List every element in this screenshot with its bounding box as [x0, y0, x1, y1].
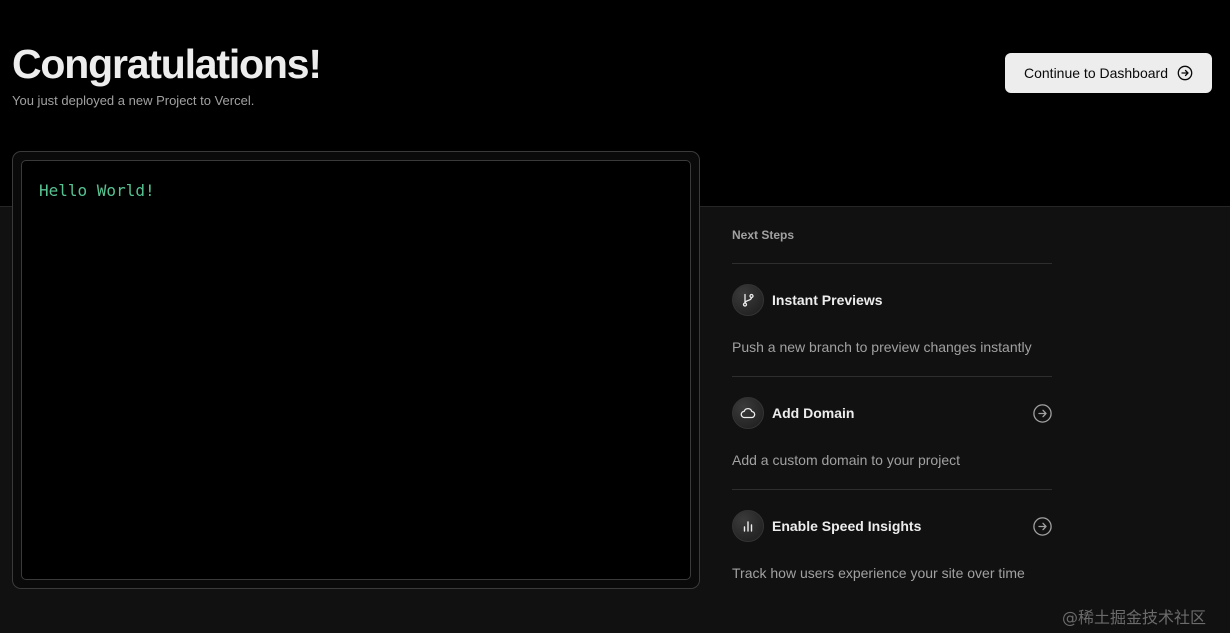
step-icon-wrapper — [732, 397, 764, 429]
step-title: Add Domain — [772, 405, 855, 421]
step-icon-wrapper — [732, 510, 764, 542]
arrow-right-circle-icon[interactable] — [1033, 517, 1052, 536]
continue-to-dashboard-label: Continue to Dashboard — [1024, 65, 1168, 81]
step-instant-previews[interactable]: Instant Previews Push a new branch to pr… — [732, 264, 1052, 377]
step-title: Enable Speed Insights — [772, 518, 922, 534]
cloud-icon — [740, 408, 756, 419]
page-subtitle: You just deployed a new Project to Verce… — [12, 93, 255, 108]
git-branch-icon — [742, 293, 754, 307]
arrow-right-circle-icon[interactable] — [1033, 404, 1052, 423]
next-steps-heading: Next Steps — [732, 228, 795, 242]
step-icon-wrapper — [732, 284, 764, 316]
page-header: Congratulations! You just deployed a new… — [12, 40, 322, 108]
watermark: @稀土掘金技术社区 — [1062, 608, 1207, 627]
next-steps-panel: Next Steps Instant Previews Push a new b… — [732, 228, 1052, 603]
step-title: Instant Previews — [772, 292, 883, 308]
step-description: Add a custom domain to your project — [732, 452, 961, 468]
step-description: Push a new branch to preview changes ins… — [732, 339, 1032, 355]
preview-text: Hello World! — [39, 181, 155, 200]
step-enable-speed-insights[interactable]: Enable Speed Insights Track how users ex… — [732, 490, 1052, 603]
deployment-preview[interactable]: Hello World! — [12, 151, 700, 589]
step-description: Track how users experience your site ove… — [732, 565, 1025, 581]
arrow-right-circle-icon — [1177, 65, 1193, 81]
step-add-domain[interactable]: Add Domain Add a custom domain to your p… — [732, 377, 1052, 490]
continue-to-dashboard-button[interactable]: Continue to Dashboard — [1005, 53, 1212, 93]
deployment-preview-screen: Hello World! — [21, 160, 691, 580]
bar-chart-icon — [743, 521, 753, 532]
page-title: Congratulations! — [12, 41, 322, 87]
